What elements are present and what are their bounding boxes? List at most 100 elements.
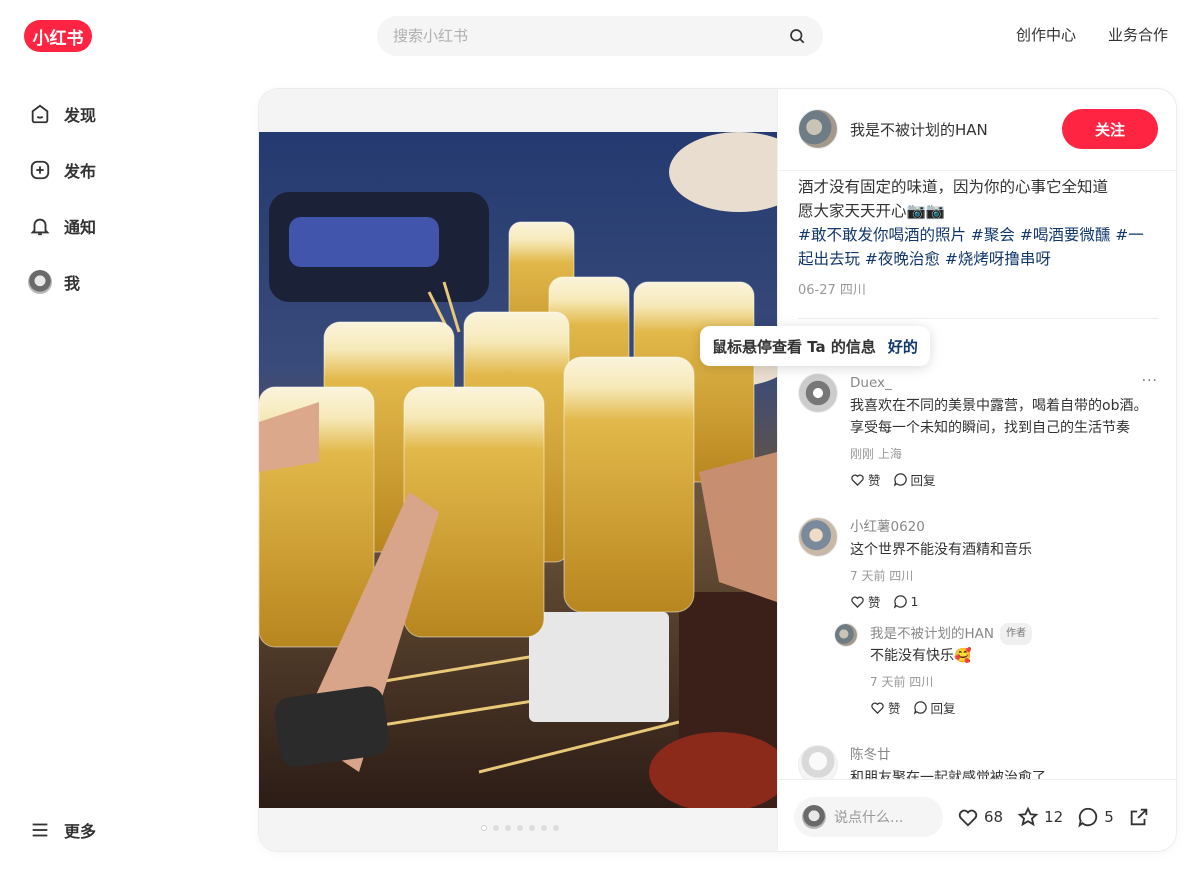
comment-avatar[interactable] — [798, 745, 838, 779]
like-label: 赞 — [868, 595, 881, 610]
sidebar-item-label: 发现 — [64, 106, 97, 125]
heart-icon — [871, 702, 884, 715]
collect-button[interactable]: 12 — [1017, 806, 1063, 828]
comment-avatar[interactable] — [798, 517, 838, 557]
heart-icon — [958, 809, 978, 827]
comment-text: 我喜欢在不同的美景中露营，喝着自带的ob酒。享受每一个未知的瞬间，找到自己的生活… — [850, 398, 1148, 436]
like-label: 赞 — [888, 701, 901, 716]
chat-bubble-icon — [1078, 807, 1098, 827]
comment-input-placeholder: 说点什么... — [834, 809, 904, 826]
plus-square-icon — [28, 158, 52, 182]
comment-input[interactable]: 说点什么... — [794, 796, 943, 837]
carousel-dots — [481, 825, 559, 831]
like-count: 68 — [984, 807, 1004, 826]
sidebar-item-discover[interactable]: 发现 — [16, 90, 236, 138]
author-avatar[interactable] — [798, 109, 838, 149]
reply-button[interactable]: 回复 — [893, 470, 936, 489]
like-button[interactable]: 赞 — [850, 470, 881, 489]
carousel-dot[interactable] — [481, 825, 487, 831]
comment-meta: 7 天前 四川 — [850, 569, 914, 583]
reply-username-text[interactable]: 我是不被计划的HAN — [870, 626, 994, 642]
hover-tip-text: 鼠标悬停查看 Ta 的信息 — [712, 337, 876, 356]
note-tags[interactable]: #敢不敢发你喝酒的照片 #聚会 #喝酒要微醺 #一起出去玩 #夜晚治愈 #烧烤呀… — [798, 223, 1158, 271]
reply-label: 回复 — [930, 701, 956, 716]
comment-button[interactable]: 5 — [1077, 806, 1114, 828]
chat-bubble-icon — [893, 473, 907, 487]
description-line: 愿大家天天开心📷📷 — [798, 202, 946, 220]
divider — [798, 318, 1158, 319]
description-line: 酒才没有固定的味道，因为你的心事它全知道 — [798, 178, 1109, 196]
divider — [778, 170, 1176, 171]
reply-avatar[interactable] — [834, 623, 858, 647]
hover-tip-popover: 鼠标悬停查看 Ta 的信息 好的 — [700, 326, 930, 366]
carousel-dot[interactable] — [541, 825, 547, 831]
author-badge: 作者 — [1000, 623, 1032, 645]
business-link[interactable]: 业务合作 — [1108, 24, 1168, 45]
collect-count: 12 — [1044, 807, 1064, 826]
note-description: 酒才没有固定的味道，因为你的心事它全知道 愿大家天天开心📷📷 — [798, 175, 1158, 223]
like-button[interactable]: 赞 — [850, 592, 881, 611]
reply-button[interactable]: 回复 — [913, 698, 956, 717]
note-detail: 我是不被计划的HAN 关注 酒才没有固定的味道，因为你的心事它全知道 愿大家天天… — [258, 88, 1177, 852]
follow-button[interactable]: 关注 — [1062, 109, 1158, 149]
reply-meta: 7 天前 四川 — [870, 675, 934, 689]
sidebar-item-publish[interactable]: 发布 — [16, 146, 236, 194]
sidebar-item-label: 通知 — [64, 218, 97, 237]
comment-text: 和朋友聚在一起就感觉被治愈了 — [850, 770, 1046, 779]
creator-center-link[interactable]: 创作中心 — [1016, 24, 1076, 45]
avatar — [802, 804, 826, 829]
note-info-panel: 我是不被计划的HAN 关注 酒才没有固定的味道，因为你的心事它全知道 愿大家天天… — [777, 89, 1176, 851]
home-icon — [28, 102, 52, 126]
search-icon[interactable] — [787, 26, 807, 46]
more-options-icon[interactable]: ··· — [1142, 373, 1158, 389]
comment-username[interactable]: 小红薯0620 — [850, 517, 1158, 537]
engagement-bar: 说点什么... 68 12 5 — [778, 779, 1176, 851]
tip-ok-button[interactable]: 好的 — [888, 336, 918, 357]
sidebar-item-label: 我 — [64, 274, 81, 293]
author-info[interactable]: 我是不被计划的HAN — [798, 109, 988, 149]
carousel-dot[interactable] — [517, 825, 523, 831]
media-carousel[interactable] — [259, 89, 777, 851]
search-input[interactable] — [393, 27, 787, 45]
bell-icon — [28, 214, 52, 238]
sidebar-item-label: 更多 — [64, 822, 97, 841]
comment-avatar[interactable] — [798, 373, 838, 413]
search-bar[interactable] — [377, 16, 823, 56]
chat-bubble-icon — [913, 701, 927, 715]
carousel-dot[interactable] — [493, 825, 499, 831]
note-date-location: 06-27 四川 — [798, 283, 866, 298]
sidebar-item-label: 发布 — [64, 162, 97, 181]
reply-username[interactable]: 我是不被计划的HAN 作者 — [870, 623, 1158, 645]
comment-count: 5 — [1104, 807, 1114, 826]
comment-text: 这个世界不能没有酒精和音乐 — [850, 542, 1032, 558]
reply-count: 1 — [910, 594, 919, 609]
like-button[interactable]: 68 — [957, 806, 1003, 828]
xiaohongshu-logo[interactable]: 小红书 — [24, 20, 92, 52]
note-content-scroll[interactable]: 酒才没有固定的味道，因为你的心事它全知道 愿大家天天开心📷📷 #敢不敢发你喝酒的… — [798, 175, 1158, 779]
reply-label: 回复 — [910, 473, 936, 488]
author-name[interactable]: 我是不被计划的HAN — [850, 119, 988, 140]
like-label: 赞 — [868, 473, 881, 488]
heart-icon — [851, 596, 864, 609]
sidebar-item-notifications[interactable]: 通知 — [16, 202, 236, 250]
chat-bubble-icon — [893, 595, 907, 609]
comment-username[interactable]: Duex_ — [850, 373, 1158, 393]
carousel-dot[interactable] — [505, 825, 511, 831]
heart-icon — [851, 474, 864, 487]
note-photo[interactable] — [259, 132, 777, 808]
carousel-dot[interactable] — [553, 825, 559, 831]
sidebar-item-me[interactable]: 我 — [16, 258, 236, 306]
sidebar: 发现 发布 通知 我 — [16, 90, 236, 314]
reply-text: 不能没有快乐🥰 — [870, 648, 972, 664]
star-icon — [1017, 806, 1039, 826]
like-button[interactable]: 赞 — [870, 698, 901, 717]
menu-icon — [28, 818, 52, 842]
carousel-dot[interactable] — [529, 825, 535, 831]
comment-meta: 刚刚 上海 — [850, 447, 902, 461]
sidebar-item-more[interactable]: 更多 — [16, 806, 96, 854]
share-icon — [1130, 808, 1147, 825]
reply-button[interactable]: 1 — [893, 592, 919, 611]
avatar — [28, 270, 52, 294]
share-button[interactable] — [1128, 806, 1155, 828]
comment-username[interactable]: 陈冬廿 — [850, 745, 1158, 765]
